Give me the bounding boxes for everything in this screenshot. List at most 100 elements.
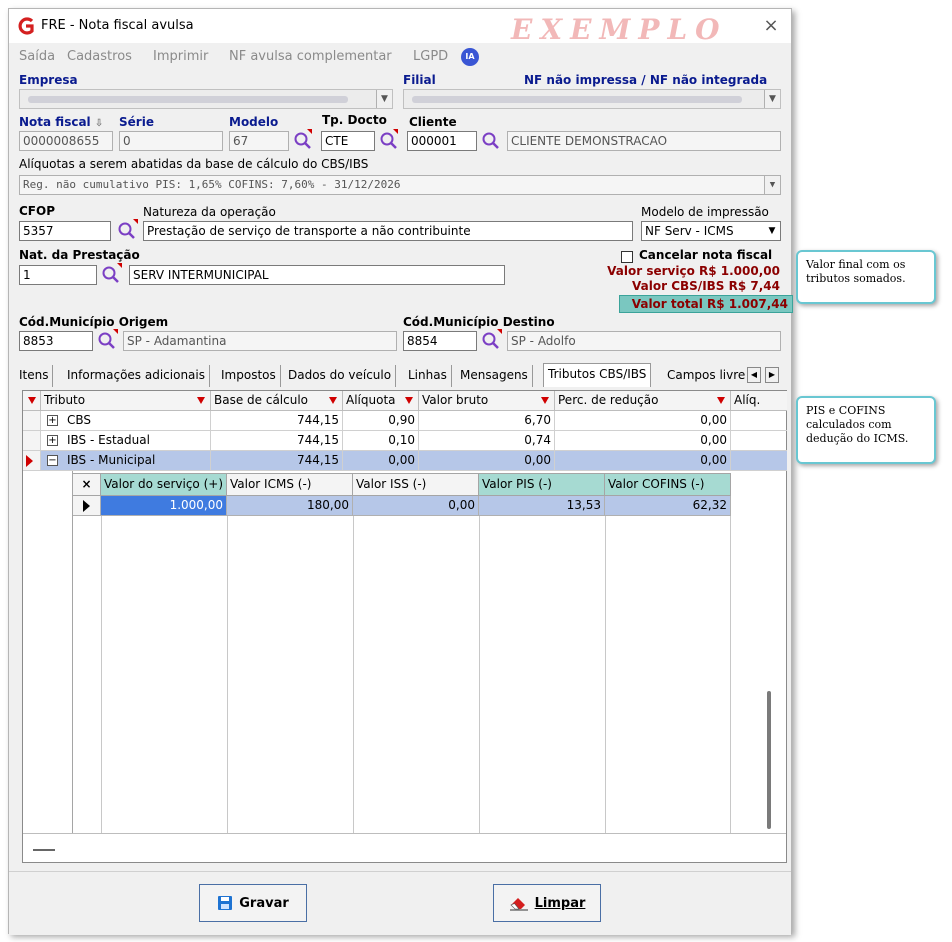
filter-icon[interactable] [541, 397, 549, 404]
tab-linhas[interactable]: Linhas [404, 365, 452, 387]
table-row[interactable]: + CBS [41, 411, 211, 431]
col-header-perc-reducao[interactable]: Perc. de redução [555, 391, 731, 411]
expand-icon[interactable]: + [47, 435, 58, 446]
nota-fiscal-label: Nota fiscal ⇩ [19, 115, 104, 129]
row-indicator[interactable] [23, 431, 41, 451]
row-indicator[interactable] [23, 411, 41, 431]
ia-badge[interactable]: IA [461, 48, 479, 66]
nat-prestacao-input[interactable]: 1 [19, 265, 97, 285]
collapse-icon[interactable]: − [47, 455, 58, 466]
tab-impostos[interactable]: Impostos [217, 365, 281, 387]
chevron-down-icon[interactable]: ▼ [764, 222, 780, 240]
col-header-valor-servico[interactable]: Valor do serviço (+) [101, 474, 227, 496]
tp-docto-select[interactable]: CTE [321, 131, 375, 151]
cell-aliquota[interactable]: 0,10 [343, 431, 419, 451]
filter-icon[interactable] [28, 397, 36, 404]
cfop-input[interactable]: 5357 [19, 221, 111, 241]
cell-aliq[interactable] [731, 451, 787, 471]
save-icon [218, 896, 233, 910]
col-header-aliquota[interactable]: Alíquota [343, 391, 419, 411]
mun-origem-input[interactable]: 8853 [19, 331, 93, 351]
table-row[interactable]: − IBS - Municipal [41, 451, 211, 471]
cell-base[interactable]: 744,15 [211, 431, 343, 451]
cell-valor-icms[interactable]: 180,00 [227, 496, 353, 516]
cell-aliq[interactable] [731, 431, 787, 451]
gravar-button[interactable]: Gravar [199, 884, 307, 922]
cancelar-checkbox[interactable] [621, 251, 633, 263]
chevron-down-icon[interactable]: ▼ [764, 176, 780, 194]
tab-campos-livre[interactable]: Campos livre [663, 365, 749, 387]
cell-base[interactable]: 744,15 [211, 411, 343, 431]
row-indicator[interactable] [23, 451, 41, 471]
cell-valor-bruto[interactable]: 6,70 [419, 411, 555, 431]
filial-select[interactable]: ▼ [403, 89, 781, 109]
tab-mensagens[interactable]: Mensagens [456, 365, 533, 387]
grid-footer-line [23, 833, 786, 834]
natureza-input[interactable]: Prestação de serviço de transporte a não… [143, 221, 633, 241]
search-icon[interactable] [97, 331, 117, 351]
filter-icon[interactable] [329, 397, 337, 404]
cell-valor-iss[interactable]: 0,00 [353, 496, 479, 516]
menu-lgpd[interactable]: LGPD [413, 49, 448, 64]
expand-icon[interactable]: + [47, 415, 58, 426]
tab-informacoes-adicionais[interactable]: Informações adicionais [63, 365, 210, 387]
col-header-valor-pis[interactable]: Valor PIS (-) [479, 474, 605, 496]
col-header-valor-iss[interactable]: Valor ISS (-) [353, 474, 479, 496]
menu-cadastros[interactable]: Cadastros [67, 49, 132, 64]
filter-icon[interactable] [197, 397, 205, 404]
cell-perc-reducao[interactable]: 0,00 [555, 411, 731, 431]
cell-valor-bruto[interactable]: 0,74 [419, 431, 555, 451]
search-icon[interactable] [481, 131, 501, 151]
tab-dados-veiculo[interactable]: Dados do veículo [284, 365, 397, 387]
search-icon[interactable] [481, 331, 501, 351]
close-button[interactable]: × [759, 15, 783, 36]
subrow-indicator[interactable] [73, 496, 101, 516]
menu-imprimir[interactable]: Imprimir [153, 49, 208, 64]
tab-tributos-cbs-ibs[interactable]: Tributos CBS/IBS [543, 363, 652, 387]
cell-valor-cofins[interactable]: 62,32 [605, 496, 731, 516]
menu-nf-complementar[interactable]: NF avulsa complementar [229, 49, 392, 64]
chevron-down-icon[interactable]: ▼ [376, 90, 392, 108]
tab-scroll-right-icon[interactable]: ▶ [765, 367, 779, 383]
nota-fiscal-input[interactable]: 0000008655 [19, 131, 113, 151]
cliente-code-input[interactable]: 000001 [407, 131, 477, 151]
search-icon[interactable] [379, 131, 399, 151]
modelo-input[interactable]: 67 [229, 131, 289, 151]
grid-filter-corner[interactable] [23, 391, 41, 411]
table-row[interactable]: + IBS - Estadual [41, 431, 211, 451]
modelo-impressao-select[interactable]: NF Serv - ICMS ▼ [641, 221, 781, 241]
chevron-down-icon[interactable]: ▼ [764, 90, 780, 108]
cell-aliq[interactable] [731, 411, 787, 431]
col-header-tributo[interactable]: Tributo [41, 391, 211, 411]
menu-saida[interactable]: Saída [19, 49, 55, 64]
search-icon[interactable] [101, 265, 121, 285]
cell-aliquota[interactable]: 0,90 [343, 411, 419, 431]
valor-servico-text: Valor serviço R$ 1.000,00 [607, 264, 780, 278]
tab-scroll-left-icon[interactable]: ◀ [747, 367, 761, 383]
limpar-button[interactable]: Limpar [493, 884, 601, 922]
cell-valor-pis[interactable]: 13,53 [479, 496, 605, 516]
vertical-scrollbar[interactable] [767, 691, 771, 829]
col-header-base[interactable]: Base de cálculo [211, 391, 343, 411]
subgrid-close-icon[interactable]: × [73, 474, 101, 496]
cell-perc-reducao[interactable]: 0,00 [555, 451, 731, 471]
search-icon[interactable] [117, 221, 137, 241]
tab-itens[interactable]: Itens [15, 365, 54, 387]
cell-perc-reducao[interactable]: 0,00 [555, 431, 731, 451]
col-header-valor-icms[interactable]: Valor ICMS (-) [227, 474, 353, 496]
cell-base[interactable]: 744,15 [211, 451, 343, 471]
serie-input[interactable]: 0 [119, 131, 223, 151]
filter-icon[interactable] [717, 397, 725, 404]
cell-valor-servico[interactable]: 1.000,00 [101, 496, 227, 516]
aliquotas-select[interactable]: Reg. não cumulativo PIS: 1,65% COFINS: 7… [19, 175, 781, 195]
search-icon[interactable] [293, 131, 313, 151]
empresa-select[interactable]: ▼ [19, 89, 393, 109]
mun-destino-input[interactable]: 8854 [403, 331, 477, 351]
col-header-valor-bruto[interactable]: Valor bruto [419, 391, 555, 411]
filter-icon[interactable] [405, 397, 413, 404]
col-header-valor-cofins[interactable]: Valor COFINS (-) [605, 474, 731, 496]
cell-aliquota[interactable]: 0,00 [343, 451, 419, 471]
col-header-aliq[interactable]: Alíq. [731, 391, 787, 411]
cell-valor-bruto[interactable]: 0,00 [419, 451, 555, 471]
sort-down-icon: ⇩ [94, 118, 104, 129]
